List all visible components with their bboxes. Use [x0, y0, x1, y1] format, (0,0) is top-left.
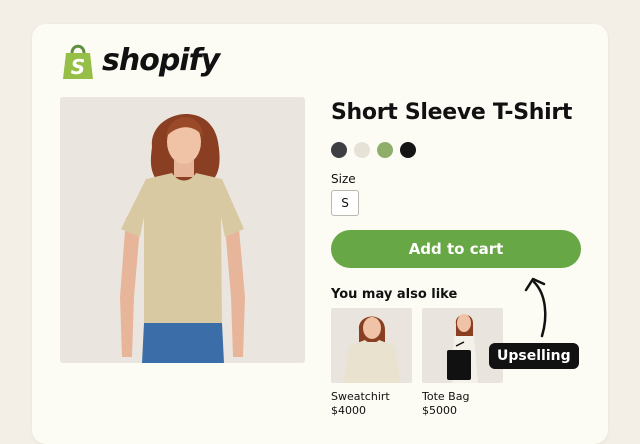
recommendation-card[interactable]: Sweatchirt $4000	[331, 308, 412, 417]
add-to-cart-button[interactable]: Add to cart	[331, 230, 581, 268]
model-tshirt-illustration	[120, 114, 245, 363]
recommendation-name: Tote Bag	[422, 390, 470, 403]
recommendation-price: $4000	[331, 404, 366, 417]
swatch-cream[interactable]	[354, 142, 370, 158]
swatch-charcoal[interactable]	[331, 142, 347, 158]
svg-text:S: S	[71, 55, 85, 79]
product-title: Short Sleeve T-Shirt	[331, 100, 573, 125]
product-image[interactable]	[60, 97, 305, 363]
size-label: Size	[331, 172, 356, 186]
color-swatches	[331, 142, 416, 158]
logo-text: shopify	[102, 43, 220, 78]
sweatshirt-image[interactable]	[331, 308, 412, 383]
size-selector[interactable]: S	[331, 190, 359, 216]
swatch-black[interactable]	[400, 142, 416, 158]
recommendation-price: $5000	[422, 404, 457, 417]
shopify-logo[interactable]: S shopify	[60, 41, 220, 81]
recommendations-heading: You may also like	[331, 287, 458, 302]
curved-arrow-icon	[524, 277, 547, 338]
upselling-label: Upselling	[489, 343, 579, 369]
swatch-green[interactable]	[377, 142, 393, 158]
sweatshirt-model-illustration	[343, 316, 401, 383]
shopping-bag-icon: S	[63, 44, 93, 79]
recommendation-name: Sweatchirt	[331, 390, 390, 403]
